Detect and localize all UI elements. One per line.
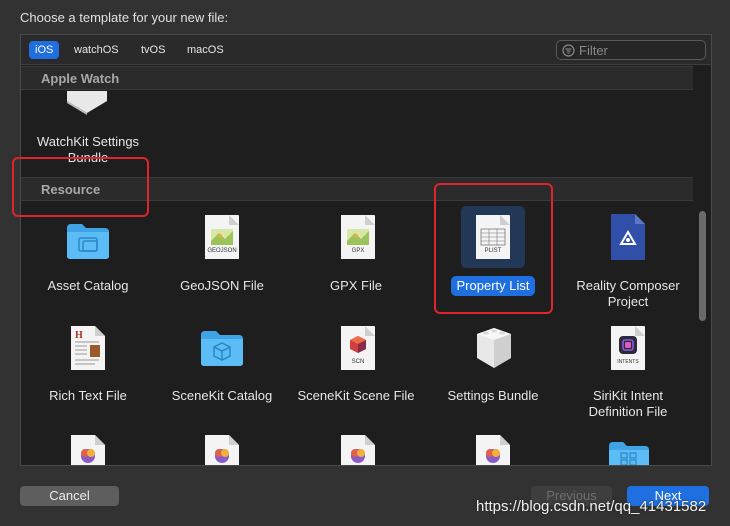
file-icon	[205, 435, 239, 465]
template-geojson-file[interactable]: GeoJSON File	[155, 276, 289, 296]
template-scenekit-catalog[interactable]: SceneKit Catalog	[155, 386, 289, 406]
template-settings-bundle[interactable]: Settings Bundle	[426, 386, 560, 406]
tab-watchos[interactable]: watchOS	[68, 41, 125, 59]
tab-tvos[interactable]: tvOS	[135, 41, 171, 59]
settings-bundle-icon	[67, 91, 107, 120]
section-title: Apple Watch	[41, 71, 120, 86]
template-scenekit-scene-file[interactable]: SceneKit Scene File	[289, 386, 423, 406]
cancel-button[interactable]: Cancel	[20, 486, 119, 506]
template-label: GeoJSON File	[180, 278, 264, 293]
filter-input[interactable]	[579, 42, 703, 58]
template-label: Settings Bundle	[447, 388, 539, 403]
file-badge: PLIST	[484, 248, 502, 254]
template-label: Asset Catalog	[47, 278, 129, 293]
file-icon	[71, 435, 105, 465]
folder-icon	[607, 440, 651, 465]
filter-field[interactable]	[556, 40, 706, 60]
template-label: Reality Composer Project	[576, 278, 680, 309]
svg-text:H: H	[75, 330, 83, 341]
settings-bundle-icon	[473, 328, 515, 375]
template-label: SceneKit Scene File	[297, 388, 415, 403]
section-title: Resource	[41, 182, 101, 197]
file-icon	[476, 435, 510, 465]
folder-icon	[199, 329, 245, 372]
section-header-apple-watch: Apple Watch	[21, 66, 693, 90]
scrollbar-thumb[interactable]	[699, 211, 706, 321]
template-label: GPX File	[329, 278, 382, 293]
reality-composer-icon	[611, 214, 645, 265]
intents-file-icon: INTENTS	[611, 326, 645, 370]
template-label: SiriKit Intent Definition File	[588, 388, 668, 419]
template-panel: iOS watchOS tvOS macOS Apple Watch Watch…	[20, 34, 712, 466]
rich-text-file-icon: H	[71, 326, 105, 375]
plist-file-icon: PLIST	[476, 215, 510, 259]
geojson-file-icon: GEOJSON	[205, 215, 239, 259]
template-reality-composer-project[interactable]: Reality Composer Project	[561, 276, 695, 312]
template-label: WatchKit Settings Bundle	[36, 134, 140, 165]
tab-macos[interactable]: macOS	[181, 41, 230, 59]
file-badge: SCN	[351, 359, 365, 365]
template-gpx-file[interactable]: GPX File	[289, 276, 423, 296]
file-badge: INTENTS	[617, 359, 639, 365]
folder-icon	[65, 222, 111, 265]
template-label: Rich Text File	[49, 388, 127, 403]
template-property-list[interactable]: Property List	[426, 276, 560, 296]
template-asset-catalog[interactable]: Asset Catalog	[21, 276, 155, 296]
template-sirikit-intent-definition-file[interactable]: SiriKit Intent Definition File	[561, 386, 695, 422]
gpx-file-icon: GPX	[341, 215, 375, 259]
file-badge: GPX	[351, 248, 365, 254]
template-rich-text-file[interactable]: Rich Text File	[21, 386, 155, 406]
section-header-resource: Resource	[21, 177, 693, 201]
file-icon	[341, 435, 375, 465]
filter-icon	[562, 44, 575, 57]
template-watchkit-settings-bundle[interactable]: WatchKit Settings Bundle	[21, 132, 155, 168]
file-badge: GEOJSON	[207, 248, 237, 254]
platform-bar: iOS watchOS tvOS macOS	[21, 35, 711, 65]
template-label: SceneKit Catalog	[171, 388, 273, 403]
dialog-title: Choose a template for your new file:	[20, 10, 229, 25]
template-label: Property List	[450, 276, 536, 296]
scn-file-icon: SCN	[341, 326, 375, 370]
tab-ios[interactable]: iOS	[29, 41, 60, 59]
watermark: https://blog.csdn.net/qq_41431582	[476, 498, 707, 515]
